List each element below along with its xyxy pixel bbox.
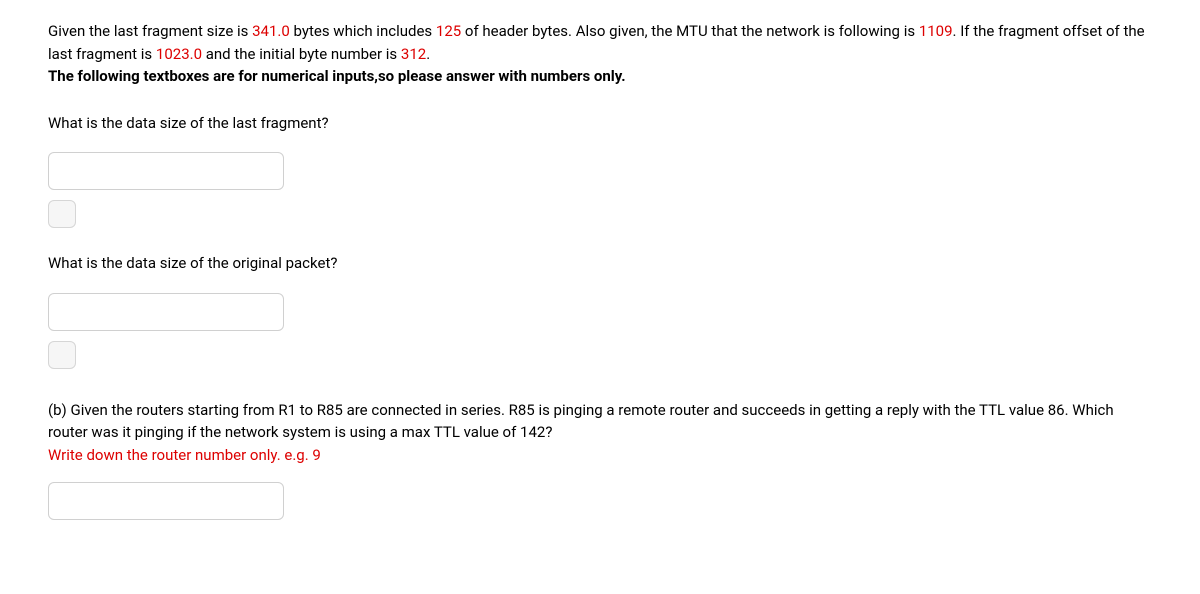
intro-text: of header bytes. Also given, the MTU tha… bbox=[461, 22, 919, 40]
question-2-input[interactable] bbox=[48, 293, 284, 331]
part-b-hint: Write down the router number only. e.g. … bbox=[48, 444, 1152, 467]
question-2-label: What is the data size of the original pa… bbox=[48, 252, 1152, 275]
intro-text: and the initial byte number is bbox=[202, 45, 401, 63]
intro-text: Given the last fragment size is bbox=[48, 22, 252, 40]
part-b-input[interactable] bbox=[48, 482, 284, 520]
question-part-b: (b) Given the routers starting from R1 t… bbox=[48, 399, 1152, 521]
question-2: What is the data size of the original pa… bbox=[48, 252, 1152, 369]
status-box bbox=[48, 200, 76, 228]
intro-text: . bbox=[426, 45, 430, 63]
value-fragment-size: 341.0 bbox=[252, 22, 290, 40]
status-box bbox=[48, 341, 76, 369]
instruction-text: The following textboxes are for numerica… bbox=[48, 65, 1152, 88]
value-header-bytes: 125 bbox=[436, 22, 461, 40]
intro-text: bytes which includes bbox=[290, 22, 436, 40]
question-1-input[interactable] bbox=[48, 152, 284, 190]
question-intro: Given the last fragment size is 341.0 by… bbox=[48, 20, 1152, 88]
question-1-label: What is the data size of the last fragme… bbox=[48, 112, 1152, 135]
value-initial-byte: 312 bbox=[401, 45, 426, 63]
value-mtu: 1109 bbox=[919, 22, 953, 40]
part-b-text: (b) Given the routers starting from R1 t… bbox=[48, 399, 1152, 444]
question-1: What is the data size of the last fragme… bbox=[48, 112, 1152, 229]
value-fragment-offset: 1023.0 bbox=[156, 45, 202, 63]
